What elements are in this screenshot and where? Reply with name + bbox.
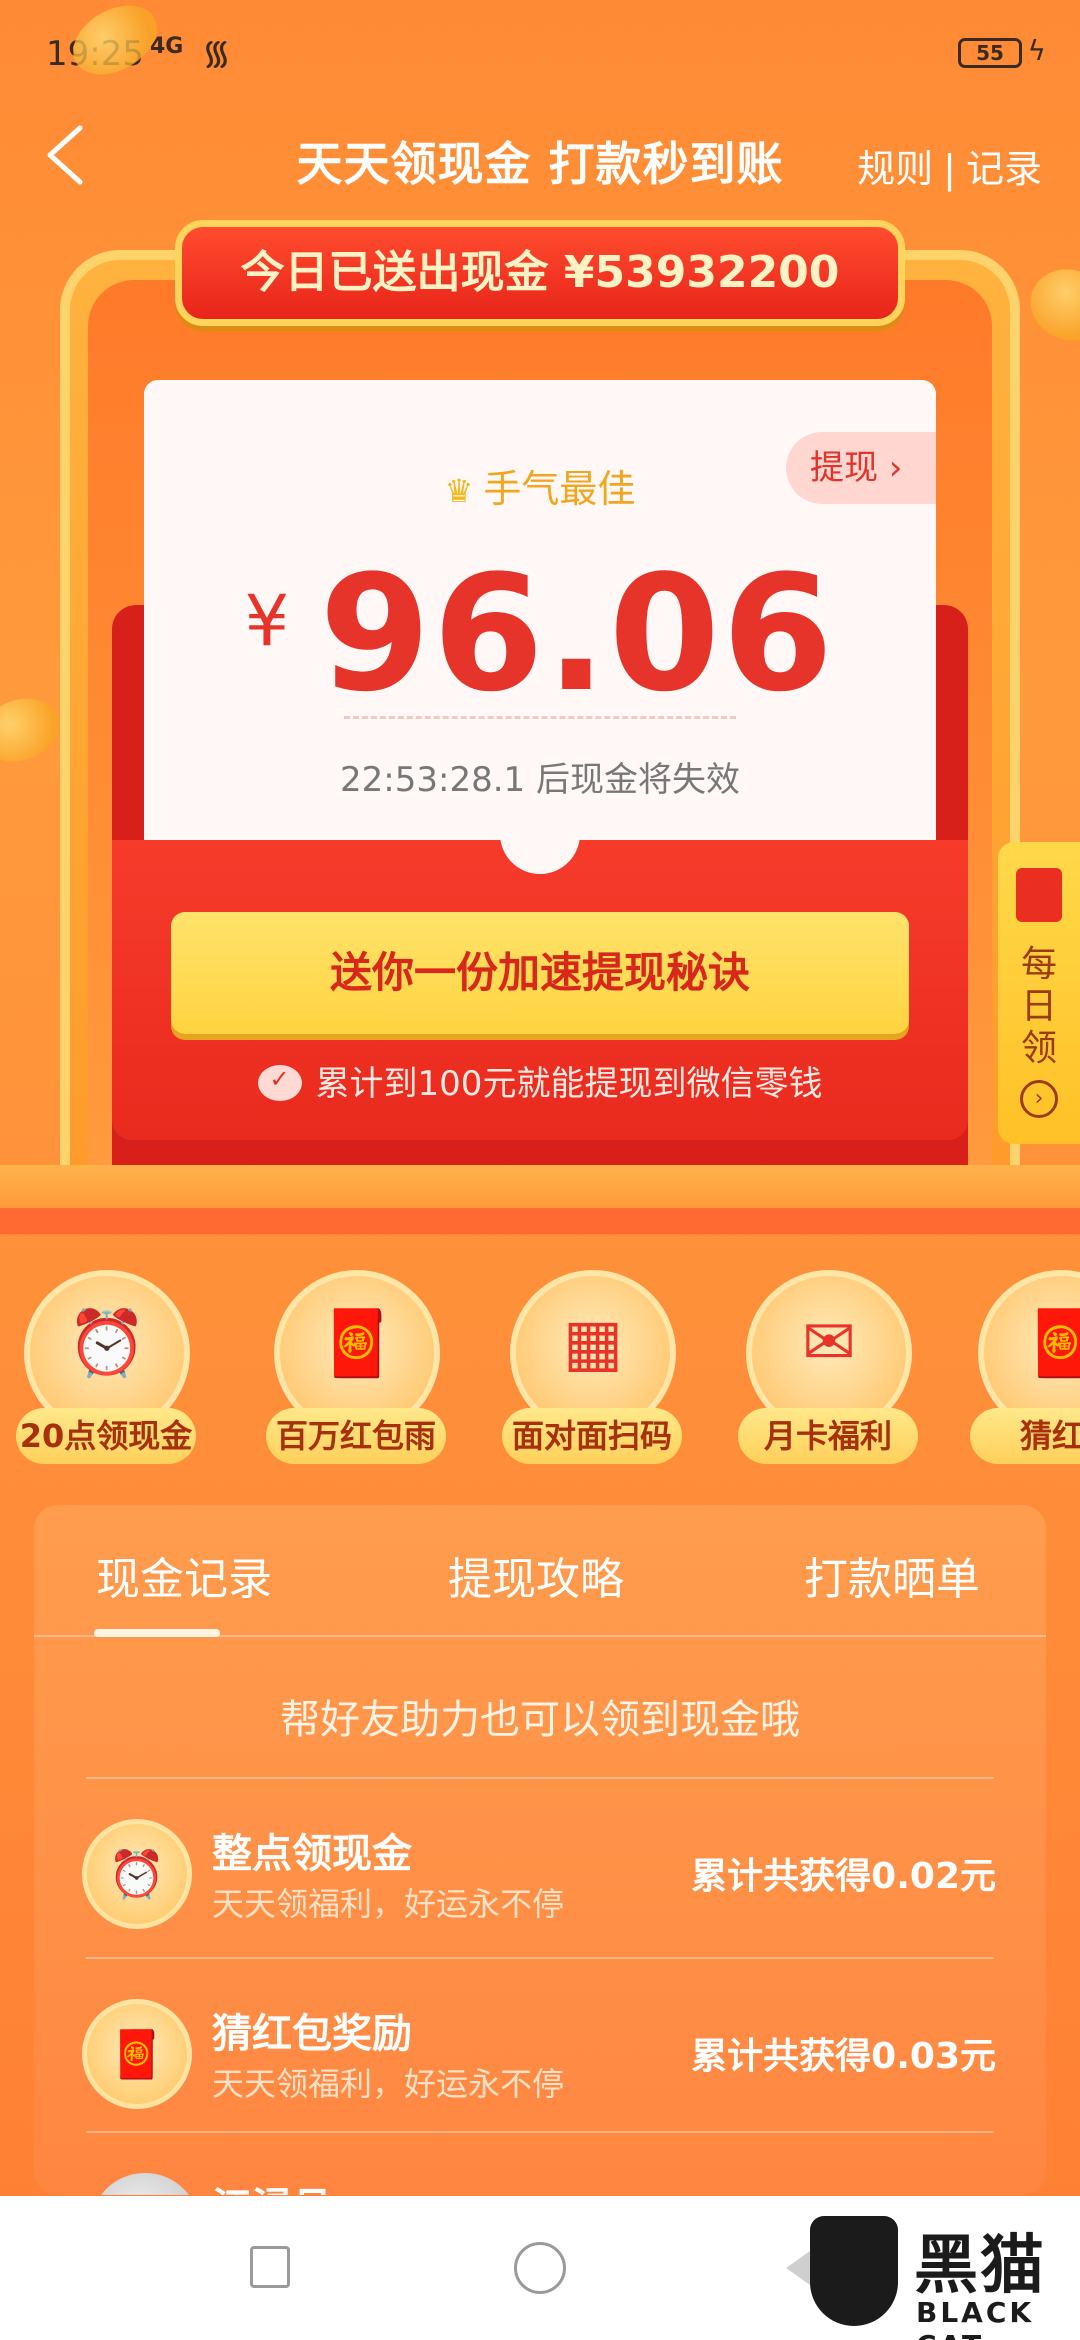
cash-amount: 96.06	[319, 540, 836, 727]
record-row[interactable]: 🧧 猜红包奖励 天天领福利，好运永不停 累计共获得0.03元	[34, 1959, 1046, 2135]
record-row[interactable]: ⏰ 整点领现金 天天领福利，好运永不停 累计共获得0.02元	[34, 1779, 1046, 1955]
alarm-clock-icon: ⏰	[82, 1819, 192, 1929]
wechat-note: 累计到100元就能提现到微信零钱	[0, 1056, 1080, 1105]
home-button[interactable]	[514, 2242, 566, 2294]
red-envelope-icon: 🧧	[1021, 1307, 1080, 1381]
daily-claim-label: 每日领	[998, 944, 1080, 1070]
total-sent-banner: 今日已送出现金 ¥53932200	[175, 220, 905, 326]
feature-monthly-card[interactable]: ✉ 月卡福利	[738, 1270, 918, 1470]
feature-guess-red[interactable]: 🧧 猜红	[970, 1270, 1080, 1470]
dashed-divider	[344, 716, 736, 719]
wifi-icon: ᯾	[202, 33, 231, 73]
feature-label: 面对面扫码	[502, 1408, 682, 1464]
recents-button[interactable]	[250, 2246, 290, 2288]
stage-edge	[0, 1208, 1080, 1234]
envelope-open-icon: ✉	[802, 1306, 856, 1380]
header-separator: |	[943, 147, 956, 191]
daily-claim-char: 日	[1020, 986, 1057, 1027]
coin-decoration	[1020, 258, 1080, 352]
watermark-cn: 黑猫	[914, 2229, 1046, 2303]
record-title: 江浸月	[212, 2175, 332, 2195]
feature-label: 百万红包雨	[266, 1408, 446, 1464]
feature-label: 月卡福利	[738, 1408, 918, 1464]
tab-payout-showcase[interactable]: 打款晒单	[804, 1543, 980, 1607]
feature-20-cash[interactable]: ⏰ 20点领现金	[16, 1270, 196, 1470]
alarm-clock-icon: ⏰	[67, 1307, 147, 1381]
rules-link[interactable]: 规则	[857, 147, 933, 191]
daily-claim-tab[interactable]: 每日领 ›	[998, 842, 1080, 1144]
record-subtitle: 天天领福利，好运永不停	[212, 2065, 565, 2103]
feature-red-envelope-rain[interactable]: 🧧 百万红包雨	[266, 1270, 446, 1470]
red-envelope-icon: 🧧	[82, 1999, 192, 2109]
record-amount: 累计共获得0.03元	[691, 2036, 996, 2077]
currency-symbol: ¥	[244, 580, 290, 662]
cat-logo-icon	[810, 2216, 898, 2326]
feature-label: 猜红	[970, 1408, 1080, 1464]
wechat-pay-icon	[257, 1065, 302, 1101]
expire-countdown: 22:53:28.1 后现金将失效	[340, 760, 740, 800]
red-envelope-icon: 🧧	[317, 1307, 397, 1381]
tab-cash-records[interactable]: 现金记录	[96, 1543, 272, 1607]
panel-tabs: 现金记录 提现攻略 打款晒单	[34, 1505, 1046, 1637]
tab-withdraw-guide[interactable]: 提现攻略	[448, 1543, 624, 1607]
active-tab-indicator	[94, 1629, 220, 1637]
best-luck-label: ♛ 手气最佳	[144, 458, 936, 513]
feature-face-scan[interactable]: ▦ 面对面扫码	[502, 1270, 682, 1470]
coin-decoration	[0, 688, 68, 772]
help-friends-hint: 帮好友助力也可以领到现金哦	[280, 1697, 800, 1743]
battery-icon: 55	[958, 38, 1022, 68]
amount-row: ¥96.06	[144, 540, 936, 727]
record-title: 整点领现金	[212, 1831, 412, 1877]
header-links: 规则 | 记录	[857, 138, 1042, 193]
record-amount: 累计共获得0.02元	[691, 1856, 996, 1897]
record-row[interactable]: 江浸月	[34, 2117, 1046, 2195]
records-panel: 现金记录 提现攻略 打款晒单 帮好友助力也可以领到现金哦 ⏰ 整点领现金 天天领…	[34, 1505, 1046, 2195]
crown-icon: ♛	[444, 472, 474, 510]
record-subtitle: 天天领福利，好运永不停	[212, 1885, 565, 1923]
watermark-en: BLACK CAT	[916, 2296, 1035, 2340]
status-bar: 19:25 4G ᯾ 55 ϟ	[0, 0, 1080, 110]
best-luck-text: 手气最佳	[483, 467, 636, 511]
avatar	[90, 2173, 200, 2195]
records-link[interactable]: 记录	[966, 147, 1042, 191]
chevron-right-icon: ›	[1020, 1080, 1058, 1118]
daily-claim-char: 领	[1020, 1028, 1057, 1069]
wechat-note-text: 累计到100元就能提现到微信零钱	[315, 1064, 823, 1104]
watermark: 黑猫 BLACK CAT	[810, 2212, 1070, 2340]
red-envelope-icon	[1016, 868, 1062, 922]
speed-withdraw-button[interactable]: 送你一份加速提现秘诀	[171, 912, 909, 1034]
feature-label: 20点领现金	[16, 1408, 196, 1464]
record-title: 猜红包奖励	[212, 2011, 412, 2057]
qr-code-icon: ▦	[562, 1306, 624, 1380]
charging-icon: ϟ	[1027, 34, 1046, 67]
cash-card: 提现 › ♛ 手气最佳 ¥96.06 22:53:28.1 后现金将失效	[144, 380, 936, 880]
daily-claim-char: 每	[1020, 944, 1057, 985]
